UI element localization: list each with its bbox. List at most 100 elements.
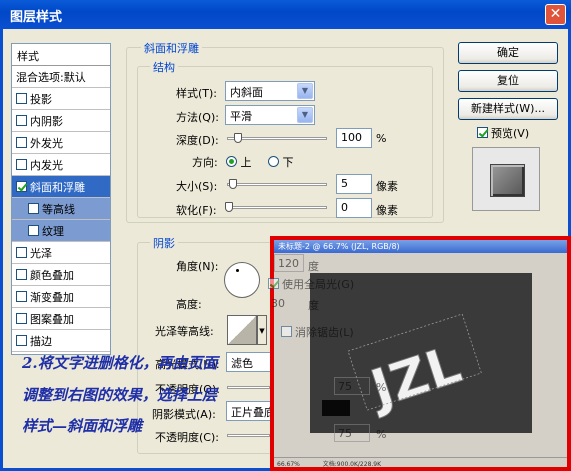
style-item-label: 外发光 [30, 137, 63, 150]
altitude-input[interactable]: 30 [271, 297, 285, 310]
shadow-opacity-slider[interactable] [227, 434, 270, 437]
checkbox-icon[interactable] [16, 159, 27, 170]
checkbox-icon[interactable] [281, 326, 292, 337]
checkbox-checked-icon[interactable] [16, 181, 27, 192]
anti-alias-label: 消除锯齿(L) [295, 326, 354, 339]
global-light-option[interactable]: 使用全局光(G) [268, 276, 354, 292]
checkbox-icon[interactable] [16, 93, 27, 104]
depth-input[interactable]: 100 [336, 128, 372, 148]
zoom-readout: 66.67% [277, 461, 300, 468]
checkbox-icon[interactable] [16, 335, 27, 346]
radio-icon[interactable] [268, 156, 279, 167]
direction-up-option[interactable]: 上 [226, 154, 252, 170]
angle-unit: 度 [308, 260, 319, 273]
checkbox-icon[interactable] [28, 203, 39, 214]
size-label: 大小(S): [176, 180, 218, 193]
style-item-satin[interactable]: 光泽 [12, 242, 110, 264]
style-item-drop-shadow[interactable]: 投影 [12, 88, 110, 110]
radio-selected-icon[interactable] [226, 156, 237, 167]
checkbox-icon[interactable] [16, 137, 27, 148]
direction-down-option[interactable]: 下 [268, 154, 294, 170]
size-input[interactable]: 5 [336, 174, 372, 194]
reset-button[interactable]: 复位 [458, 70, 558, 92]
preview-option[interactable]: 预览(V) [477, 125, 529, 141]
checkbox-icon[interactable] [16, 115, 27, 126]
doc-size-readout: 文档:900.0K/228.9K [322, 461, 382, 468]
highlight-opacity-unit: % [376, 381, 387, 394]
chevron-down-icon[interactable]: ▼ [297, 83, 313, 99]
slider-thumb[interactable] [234, 133, 242, 143]
angle-input[interactable]: 120 [274, 254, 304, 272]
gloss-contour-picker[interactable] [227, 315, 257, 345]
anti-alias-option[interactable]: 消除锯齿(L) [281, 324, 354, 340]
checkbox-icon[interactable] [16, 313, 27, 324]
highlight-mode-select[interactable]: 滤色 [226, 352, 272, 372]
angle-label: 角度(N): [176, 260, 219, 273]
style-item-label: 内阴影 [30, 115, 63, 128]
style-select-value: 内斜面 [230, 86, 263, 99]
blend-options-item[interactable]: 混合选项:默认 [12, 66, 110, 88]
slider-thumb[interactable] [225, 202, 233, 212]
style-item-inner-glow[interactable]: 内发光 [12, 154, 110, 176]
title-bar: 图层样式 [0, 0, 571, 29]
highlight-opacity-slider[interactable] [227, 386, 270, 389]
annotation-line-3: 样式—斜面和浮雕 [22, 417, 143, 435]
checkbox-icon[interactable] [28, 225, 39, 236]
style-item-contour[interactable]: 等高线 [12, 198, 110, 220]
document-title: 未标题-2 @ 66.7% (JZL, RGB/8) [274, 240, 567, 253]
slider-thumb[interactable] [229, 179, 237, 189]
soften-slider[interactable] [225, 202, 327, 212]
angle-dial[interactable] [224, 262, 260, 298]
style-item-label: 纹理 [42, 225, 64, 238]
window-title: 图层样式 [10, 10, 63, 25]
shadow-color-swatch[interactable] [322, 400, 350, 416]
shading-title: 阴影 [150, 235, 178, 251]
styles-list: 样式 混合选项:默认 投影 内阴影 外发光 内发光 斜面和浮雕 等高线 纹理 光… [11, 43, 111, 355]
shadow-opacity-unit: % [376, 428, 387, 441]
checkbox-icon[interactable] [16, 247, 27, 258]
technique-select[interactable]: 平滑 ▼ [225, 105, 315, 125]
style-select[interactable]: 内斜面 ▼ [225, 81, 315, 101]
preview-label: 预览(V) [491, 127, 530, 140]
style-item-label: 颜色叠加 [30, 269, 74, 282]
chevron-down-icon[interactable]: ▼ [297, 107, 313, 123]
close-button[interactable]: ✕ [545, 4, 566, 25]
size-slider[interactable] [227, 179, 327, 189]
soften-input[interactable]: 0 [336, 198, 372, 218]
style-label: 样式(T): [176, 87, 218, 100]
new-style-button[interactable]: 新建样式(W)... [458, 98, 558, 120]
direction-up-label: 上 [240, 156, 252, 169]
canvas-text: JZL [361, 335, 468, 421]
style-item-color-overlay[interactable]: 颜色叠加 [12, 264, 110, 286]
style-item-label: 内发光 [30, 159, 63, 172]
checkbox-icon[interactable] [16, 291, 27, 302]
style-item-label: 斜面和浮雕 [30, 181, 85, 194]
style-item-inner-shadow[interactable]: 内阴影 [12, 110, 110, 132]
checkbox-icon[interactable] [16, 269, 27, 280]
chevron-down-icon[interactable]: ▼ [257, 315, 267, 345]
highlight-opacity-input[interactable]: 75 [334, 377, 370, 395]
ok-button[interactable]: 确定 [458, 42, 558, 64]
bevel-group-title: 斜面和浮雕 [141, 40, 202, 56]
style-item-gradient-overlay[interactable]: 渐变叠加 [12, 286, 110, 308]
style-item-label: 图案叠加 [30, 313, 74, 326]
global-light-label: 使用全局光(G) [282, 278, 355, 291]
size-unit: 像素 [376, 180, 398, 193]
checkbox-checked-icon[interactable] [268, 278, 279, 289]
depth-slider[interactable] [227, 133, 327, 143]
style-item-pattern-overlay[interactable]: 图案叠加 [12, 308, 110, 330]
technique-select-value: 平滑 [230, 110, 252, 123]
altitude-unit: 度 [308, 299, 319, 312]
document-status-bar: 66.67% 文档:900.0K/228.9K [274, 457, 567, 468]
shadow-opacity-input[interactable]: 75 [334, 424, 370, 442]
checkbox-checked-icon[interactable] [477, 127, 488, 138]
shadow-opacity-label: 不透明度(C): [155, 431, 219, 444]
depth-unit: % [376, 132, 387, 145]
style-item-texture[interactable]: 纹理 [12, 220, 110, 242]
style-item-outer-glow[interactable]: 外发光 [12, 132, 110, 154]
annotation-line-2: 调整到右图的效果，选择上层 [22, 386, 218, 404]
style-item-bevel-emboss[interactable]: 斜面和浮雕 [12, 176, 110, 198]
shadow-mode-select[interactable]: 正片叠底 [226, 401, 272, 421]
altitude-label: 高度: [176, 298, 202, 311]
style-item-stroke[interactable]: 描边 [12, 330, 110, 352]
